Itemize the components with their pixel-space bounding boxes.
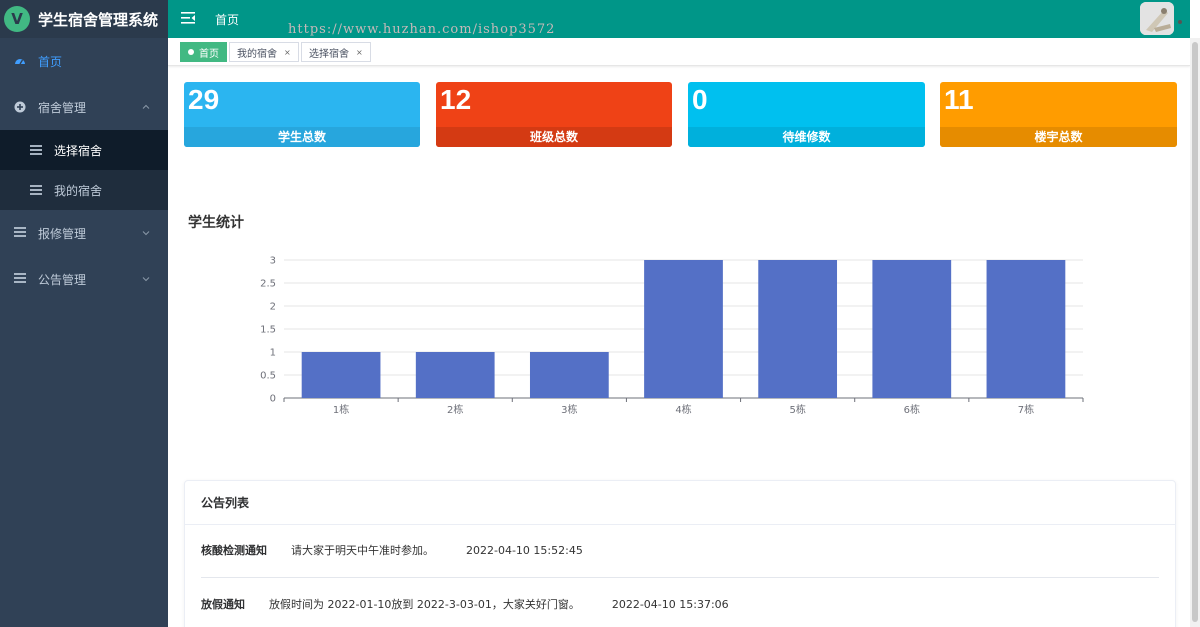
stat-value: 12 xyxy=(440,84,472,115)
x-tick-label: 4栋 xyxy=(675,403,691,416)
x-tick-label: 1栋 xyxy=(333,403,349,416)
stat-label: 楼宇总数 xyxy=(940,127,1177,147)
scrollbar[interactable] xyxy=(1190,38,1200,627)
sidebar: V 学生宿舍管理系统 首页 宿舍管理 选择宿舍 我的宿舍 报修管理 公告管理 xyxy=(0,0,168,627)
notice-row-time: 2022-04-10 15:52:45 xyxy=(466,543,583,557)
x-tick-label: 3栋 xyxy=(561,403,577,416)
stat-card-classes[interactable]: 12 班级总数 xyxy=(436,82,672,147)
table-icon xyxy=(14,227,26,239)
table-icon xyxy=(14,273,26,285)
stat-value: 29 xyxy=(188,84,220,115)
sidebar-item-home[interactable]: 首页 xyxy=(0,38,168,84)
notice-row-title: 核酸检测通知 xyxy=(201,544,267,557)
y-tick-label: 1.5 xyxy=(260,325,276,336)
tags-view: 首页 我的宿舍 × 选择宿舍 × xyxy=(168,38,1190,66)
y-tick-label: 0 xyxy=(270,394,276,405)
bar xyxy=(758,260,838,398)
breadcrumb[interactable]: 首页 xyxy=(215,11,239,28)
notice-row-content: 放假时间为 2022-01-10放到 2022-3-03-01，大家关好门窗。 xyxy=(269,598,580,611)
table-icon xyxy=(30,145,42,155)
notice-row-time: 2022-04-10 15:37:06 xyxy=(611,597,729,611)
stat-card-buildings[interactable]: 11 楼宇总数 xyxy=(940,82,1177,147)
x-tick-label: 5栋 xyxy=(789,403,805,416)
menu-fold-icon[interactable] xyxy=(181,11,195,25)
chart-title: 学生统计 xyxy=(188,215,244,231)
bar xyxy=(529,352,609,398)
avatar-image-icon xyxy=(1140,2,1174,35)
x-tick-label: 7栋 xyxy=(1018,403,1034,416)
chevron-up-icon xyxy=(142,104,150,109)
bar xyxy=(986,260,1066,398)
stat-label: 班级总数 xyxy=(436,127,672,147)
chevron-down-icon xyxy=(142,231,150,236)
tab-select-dorm[interactable]: 选择宿舍 × xyxy=(301,42,371,62)
bar xyxy=(415,352,495,398)
sidebar-subitem-label: 选择宿舍 xyxy=(54,143,103,158)
avatar-dropdown-icon[interactable] xyxy=(1178,20,1182,24)
y-tick-label: 0.5 xyxy=(260,371,276,382)
watermark-text: https://www.huzhan.com/ishop3572 xyxy=(288,22,556,37)
tab-label: 我的宿舍 xyxy=(237,48,277,60)
sidebar-item-notice-management[interactable]: 公告管理 xyxy=(0,256,168,302)
stat-value: 0 xyxy=(692,84,708,115)
stat-label: 待维修数 xyxy=(688,127,925,147)
bar xyxy=(644,260,723,398)
stat-label: 学生总数 xyxy=(184,127,420,147)
tab-label: 选择宿舍 xyxy=(309,48,349,60)
logo-icon: V xyxy=(4,6,30,32)
logo-bar[interactable]: V 学生宿舍管理系统 xyxy=(0,0,168,38)
sidebar-item-label: 首页 xyxy=(38,54,63,69)
chevron-down-icon xyxy=(142,277,150,282)
y-tick-label: 2 xyxy=(270,302,276,313)
close-icon[interactable]: × xyxy=(284,48,291,57)
notice-card: 公告列表 核酸检测通知 请大家于明天中午准时参加。 2022-04-10 15:… xyxy=(184,480,1176,627)
notice-row-content: 请大家于明天中午准时参加。 xyxy=(291,544,434,557)
sidebar-item-repair-management[interactable]: 报修管理 xyxy=(0,210,168,256)
notice-row[interactable]: 放假通知 放假时间为 2022-01-10放到 2022-3-03-01，大家关… xyxy=(201,579,1159,627)
sidebar-item-label: 公告管理 xyxy=(38,272,87,287)
avatar[interactable] xyxy=(1140,2,1174,35)
sidebar-subitem-label: 我的宿舍 xyxy=(54,183,103,198)
stat-card-repairs[interactable]: 0 待维修数 xyxy=(688,82,925,147)
notice-row-title: 放假通知 xyxy=(201,598,245,611)
tab-home[interactable]: 首页 xyxy=(180,42,227,62)
stat-value: 11 xyxy=(944,84,974,115)
sidebar-subitem-select-dorm[interactable]: 选择宿舍 xyxy=(0,130,168,170)
app-title: 学生宿舍管理系统 xyxy=(38,10,159,29)
y-tick-label: 2.5 xyxy=(260,279,276,290)
active-dot-icon xyxy=(188,49,194,55)
scrollbar-thumb[interactable] xyxy=(1192,42,1198,622)
x-tick-label: 6栋 xyxy=(904,403,920,416)
table-icon xyxy=(30,185,42,195)
sidebar-item-label: 报修管理 xyxy=(38,226,87,241)
sidebar-item-label: 宿舍管理 xyxy=(38,100,87,115)
tab-label: 首页 xyxy=(199,48,219,60)
y-tick-label: 1 xyxy=(270,348,276,359)
sidebar-item-dorm-management[interactable]: 宿舍管理 xyxy=(0,84,168,130)
student-bar-chart: 0 0.5 1 1.5 2 2.5 3 1栋 2栋 3栋 4栋 5栋 6栋 7栋 xyxy=(260,256,1084,416)
notice-row[interactable]: 核酸检测通知 请大家于明天中午准时参加。 2022-04-10 15:52:45 xyxy=(201,525,1159,575)
notice-title: 公告列表 xyxy=(185,481,1175,525)
x-tick-label: 2栋 xyxy=(447,403,463,416)
sidebar-subitem-my-dorm[interactable]: 我的宿舍 xyxy=(0,170,168,210)
dashboard-icon xyxy=(15,59,25,65)
plus-circle-icon xyxy=(14,101,26,113)
tab-my-dorm[interactable]: 我的宿舍 × xyxy=(229,42,299,62)
stat-card-students[interactable]: 29 学生总数 xyxy=(184,82,420,147)
divider xyxy=(201,577,1159,578)
bar xyxy=(301,352,381,398)
bar xyxy=(872,260,952,398)
close-icon[interactable]: × xyxy=(356,48,363,57)
y-tick-label: 3 xyxy=(270,256,276,267)
